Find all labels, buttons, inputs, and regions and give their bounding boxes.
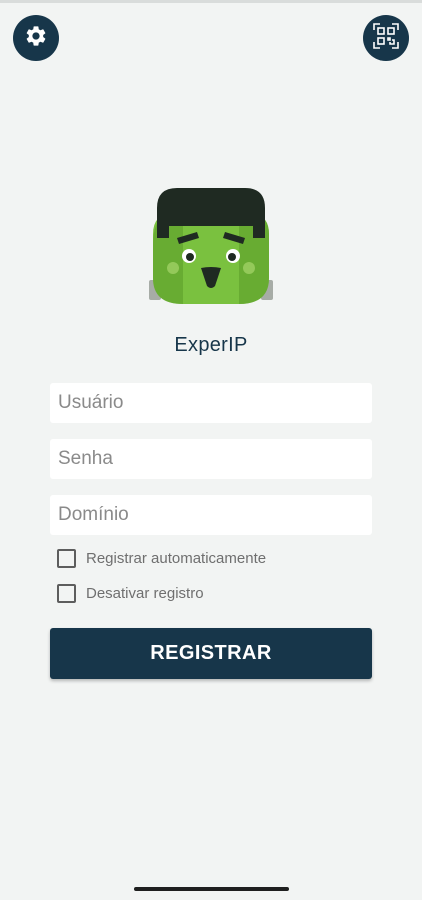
home-indicator[interactable] [134,887,289,891]
status-bar-strip [0,0,422,3]
settings-button[interactable] [13,15,59,61]
domain-field[interactable] [50,495,372,535]
qr-scan-button[interactable] [363,15,409,61]
auto-register-label: Registrar automaticamente [86,550,267,567]
auto-register-checkbox[interactable] [57,549,76,568]
app-title: ExperIP [174,334,248,356]
register-button[interactable]: REGISTRAR [50,628,372,679]
disable-register-label: Desativar registro [86,585,204,602]
gear-icon [24,24,48,53]
auto-register-option[interactable]: Registrar automaticamente [57,549,266,568]
username-field[interactable] [50,383,372,423]
app-logo-mascot [143,186,279,304]
disable-register-option[interactable]: Desativar registro [57,584,204,603]
disable-register-checkbox[interactable] [57,584,76,603]
password-field[interactable] [50,439,372,479]
qr-scan-icon [373,22,399,54]
